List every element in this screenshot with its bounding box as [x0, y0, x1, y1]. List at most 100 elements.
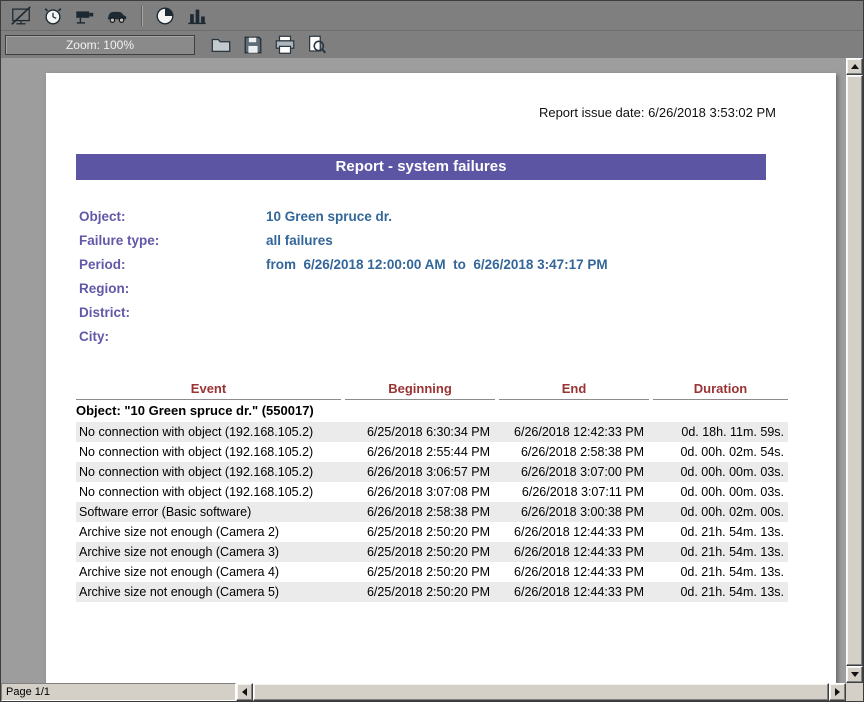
- field-label-period: Period:: [79, 257, 266, 272]
- vehicle-button[interactable]: [103, 4, 131, 28]
- table-row: Archive size not enough (Camera 5)6/25/2…: [76, 582, 788, 602]
- cell-beginning: 6/25/2018 6:30:34 PM: [345, 422, 495, 442]
- open-folder-icon: [210, 34, 232, 56]
- cell-end: 6/26/2018 2:58:38 PM: [499, 442, 649, 462]
- horizontal-scrollbar[interactable]: [236, 683, 846, 701]
- car-icon: [106, 5, 128, 27]
- table-body: No connection with object (192.168.105.2…: [76, 422, 788, 602]
- cell-end: 6/26/2018 12:44:33 PM: [499, 562, 649, 582]
- zoom-label: Zoom: 100%: [66, 38, 134, 52]
- save-icon: [242, 34, 264, 56]
- cell-beginning: 6/25/2018 2:50:20 PM: [345, 582, 495, 602]
- vertical-scrollbar[interactable]: [846, 58, 863, 683]
- camera-button[interactable]: [71, 4, 99, 28]
- cell-duration: 0d. 00h. 00m. 03s.: [653, 462, 788, 482]
- cell-end: 6/26/2018 12:44:33 PM: [499, 582, 649, 602]
- cell-event: No connection with object (192.168.105.2…: [76, 462, 341, 482]
- bottom-bar: Page 1/1: [1, 683, 863, 701]
- cell-beginning: 6/25/2018 2:50:20 PM: [345, 562, 495, 582]
- field-value-failure-type: all failures: [266, 233, 333, 248]
- cell-duration: 0d. 00h. 00m. 03s.: [653, 482, 788, 502]
- table-row: No connection with object (192.168.105.2…: [76, 462, 788, 482]
- field-value-period: from 6/26/2018 12:00:00 AM to 6/26/2018 …: [266, 257, 608, 272]
- table-row: No connection with object (192.168.105.2…: [76, 482, 788, 502]
- field-label-failure-type: Failure type:: [79, 233, 266, 248]
- cell-event: Archive size not enough (Camera 3): [76, 542, 341, 562]
- column-header-duration: Duration: [653, 381, 788, 400]
- table-row: No connection with object (192.168.105.2…: [76, 442, 788, 462]
- cell-duration: 0d. 21h. 54m. 13s.: [653, 562, 788, 582]
- cell-event: Archive size not enough (Camera 5): [76, 582, 341, 602]
- cell-duration: 0d. 00h. 02m. 00s.: [653, 502, 788, 522]
- cell-event: Software error (Basic software): [76, 502, 341, 522]
- cell-beginning: 6/25/2018 2:50:20 PM: [345, 522, 495, 542]
- cell-beginning: 6/26/2018 2:58:38 PM: [345, 502, 495, 522]
- arrow-left-icon: [242, 688, 247, 696]
- cell-end: 6/26/2018 12:42:33 PM: [499, 422, 649, 442]
- page-indicator: Page 1/1: [6, 686, 50, 698]
- field-label-region: Region:: [79, 281, 266, 296]
- save-report-button[interactable]: [239, 33, 267, 57]
- vertical-scroll-thumb[interactable]: [846, 75, 863, 666]
- cell-duration: 0d. 00h. 02m. 54s.: [653, 442, 788, 462]
- open-report-button[interactable]: [207, 33, 235, 57]
- cell-beginning: 6/26/2018 3:06:57 PM: [345, 462, 495, 482]
- display-button[interactable]: [7, 4, 35, 28]
- failures-table: Event Beginning End Duration Object: "10…: [76, 376, 788, 602]
- report-page: Report issue date: 6/26/2018 3:53:02 PM …: [46, 73, 836, 683]
- cell-beginning: 6/26/2018 2:55:44 PM: [345, 442, 495, 462]
- horizontal-scroll-thumb[interactable]: [253, 683, 829, 701]
- preview-report-button[interactable]: [303, 33, 331, 57]
- table-row: Archive size not enough (Camera 4)6/25/2…: [76, 562, 788, 582]
- report-preview-area: Report issue date: 6/26/2018 3:53:02 PM …: [1, 58, 846, 683]
- column-header-event: Event: [76, 381, 341, 400]
- column-header-end: End: [499, 381, 649, 400]
- schedule-button[interactable]: [39, 4, 67, 28]
- cell-beginning: 6/25/2018 2:50:20 PM: [345, 542, 495, 562]
- cell-beginning: 6/26/2018 3:07:08 PM: [345, 482, 495, 502]
- bar-chart-icon: [186, 5, 208, 27]
- preview-icon: [306, 34, 328, 56]
- print-report-button[interactable]: [271, 33, 299, 57]
- camera-icon: [74, 5, 96, 27]
- bar-report-button[interactable]: [183, 4, 211, 28]
- page-status: Page 1/1: [1, 683, 236, 701]
- report-issue-date: Report issue date: 6/26/2018 3:53:02 PM: [46, 105, 836, 120]
- zoom-selector[interactable]: Zoom: 100%: [5, 35, 195, 55]
- main-toolbar: [1, 1, 863, 31]
- display-icon: [10, 5, 32, 27]
- report-toolbar: Zoom: 100%: [1, 31, 863, 58]
- cell-end: 6/26/2018 3:07:11 PM: [499, 482, 649, 502]
- arrow-up-icon: [851, 64, 859, 69]
- cell-end: 6/26/2018 3:00:38 PM: [499, 502, 649, 522]
- scroll-down-button[interactable]: [846, 666, 863, 683]
- table-row: No connection with object (192.168.105.2…: [76, 422, 788, 442]
- column-header-beginning: Beginning: [345, 381, 495, 400]
- scroll-up-button[interactable]: [846, 58, 863, 75]
- cell-duration: 0d. 21h. 54m. 13s.: [653, 582, 788, 602]
- field-value-object: 10 Green spruce dr.: [266, 209, 392, 224]
- scroll-left-button[interactable]: [236, 683, 253, 701]
- cell-duration: 0d. 21h. 54m. 13s.: [653, 542, 788, 562]
- report-parameters: Object:10 Green spruce dr. Failure type:…: [79, 204, 836, 348]
- field-label-object: Object:: [79, 209, 266, 224]
- pie-chart-icon: [154, 5, 176, 27]
- toolbar-separator: [141, 6, 143, 26]
- cell-end: 6/26/2018 3:07:00 PM: [499, 462, 649, 482]
- report-title-banner: Report - system failures: [76, 154, 766, 180]
- table-row: Archive size not enough (Camera 3)6/25/2…: [76, 542, 788, 562]
- scrollbar-corner: [846, 683, 863, 701]
- field-label-district: District:: [79, 305, 266, 320]
- table-row: Archive size not enough (Camera 2)6/25/2…: [76, 522, 788, 542]
- cell-duration: 0d. 18h. 11m. 59s.: [653, 422, 788, 442]
- field-label-city: City:: [79, 329, 266, 344]
- table-header-row: Event Beginning End Duration: [76, 376, 788, 400]
- scroll-right-button[interactable]: [829, 683, 846, 701]
- cell-duration: 0d. 21h. 54m. 13s.: [653, 522, 788, 542]
- cell-event: No connection with object (192.168.105.2…: [76, 422, 341, 442]
- pie-report-button[interactable]: [151, 4, 179, 28]
- cell-event: No connection with object (192.168.105.2…: [76, 482, 341, 502]
- report-viewer-window: Zoom: 100% Report issue date: 6/26/2018 …: [0, 0, 864, 702]
- cell-end: 6/26/2018 12:44:33 PM: [499, 542, 649, 562]
- cell-end: 6/26/2018 12:44:33 PM: [499, 522, 649, 542]
